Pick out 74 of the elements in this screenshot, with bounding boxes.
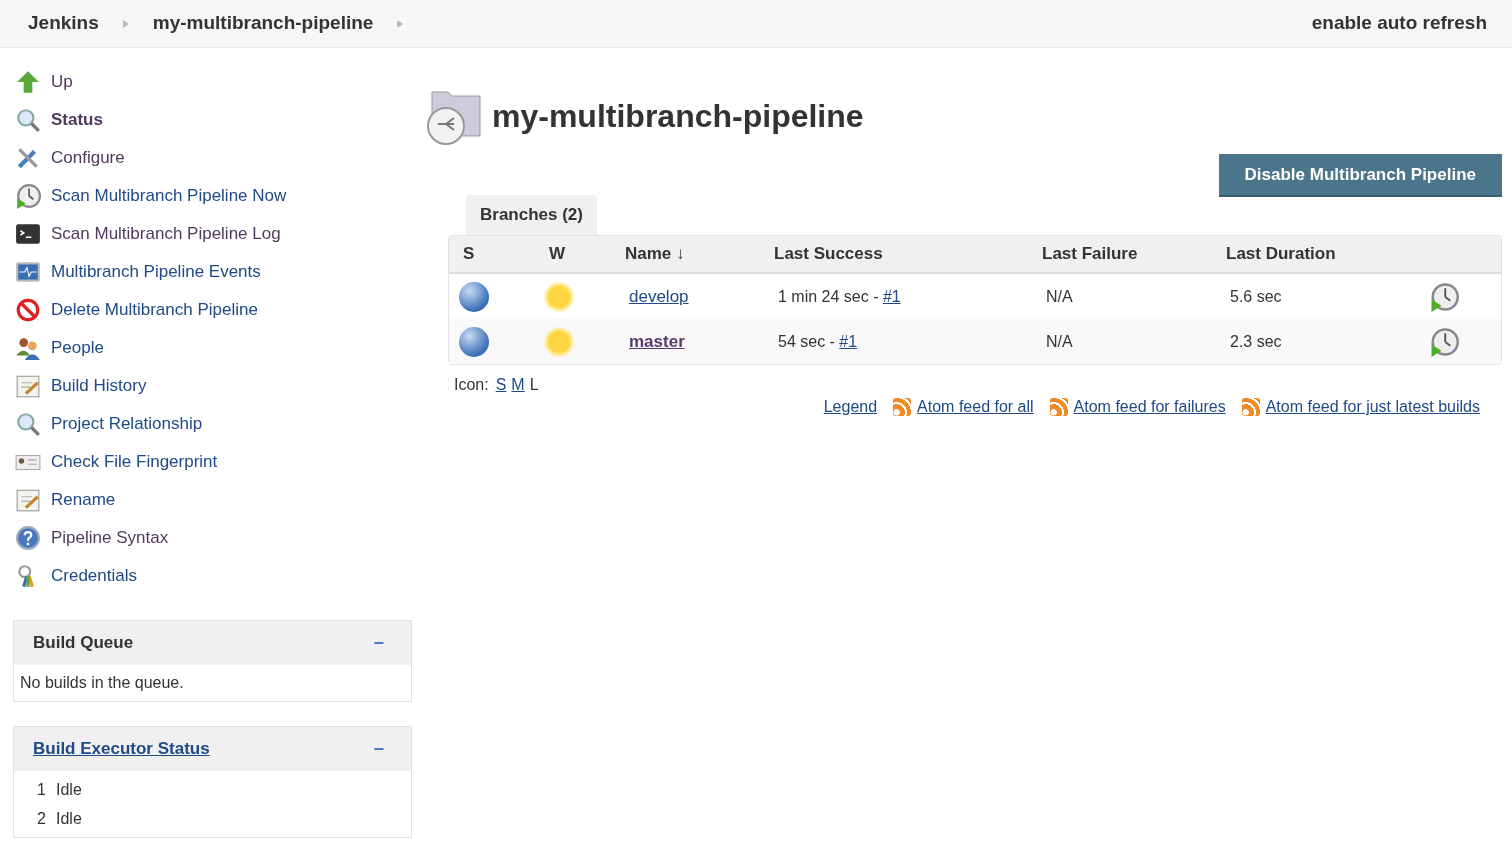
branch-link[interactable]: develop — [629, 283, 689, 310]
feed-link[interactable]: Atom feed for all — [917, 395, 1034, 419]
executor-number: 1 — [36, 779, 47, 800]
sidebar-link[interactable]: Rename — [51, 487, 116, 513]
schedule-build-icon[interactable] — [1429, 281, 1459, 312]
last-success-text: 54 sec - — [778, 331, 836, 352]
branch-link[interactable]: master — [629, 328, 685, 355]
clock-icon — [15, 183, 41, 209]
auto-refresh-link[interactable]: enable auto refresh — [1311, 9, 1487, 38]
tab[interactable]: Branches (2) — [466, 195, 597, 235]
sidebar-link[interactable]: Credentials — [51, 563, 137, 589]
column-header[interactable]: Name ↓ — [617, 241, 766, 267]
sidebar-link[interactable]: Scan Multibranch Pipeline Now — [51, 183, 287, 209]
sun-icon — [543, 280, 575, 313]
column-header: W — [548, 243, 567, 266]
sidebar-link[interactable]: Build History — [51, 373, 147, 399]
feed-link[interactable]: Atom feed for failures — [1073, 395, 1226, 419]
sidebar-link[interactable]: Check File Fingerprint — [51, 449, 218, 475]
sidebar-link[interactable]: Status — [51, 107, 103, 133]
sidebar-link[interactable]: Delete Multibranch Pipeline — [51, 297, 258, 323]
last-duration-text: 2.3 sec — [1229, 331, 1283, 352]
last-failure-text: N/A — [1045, 331, 1074, 352]
magnifier-icon — [15, 107, 41, 133]
tools-icon — [15, 145, 41, 171]
sidebar-link[interactable]: Configure — [51, 145, 125, 171]
people-icon — [15, 335, 41, 361]
build-link[interactable]: #1 — [839, 329, 858, 354]
sidebar-link[interactable]: Project Relationship — [51, 411, 203, 437]
terminal-icon — [15, 221, 41, 247]
legend-link[interactable]: Legend — [823, 395, 878, 419]
executor-status: Idle — [56, 808, 82, 829]
icon-size-current: L — [529, 375, 539, 395]
sidebar-link[interactable]: Scan Multibranch Pipeline Log — [51, 221, 281, 247]
last-duration-text: 5.6 sec — [1229, 286, 1283, 307]
rss-feed-icon — [893, 398, 912, 416]
collapse-button[interactable]: − — [365, 634, 392, 652]
magnifier-icon — [15, 411, 41, 437]
schedule-build-icon[interactable] — [1429, 326, 1459, 357]
sun-icon — [543, 325, 575, 358]
rss-feed-icon — [1241, 398, 1260, 416]
sidebar-link[interactable]: Up — [51, 69, 73, 95]
collapse-button[interactable]: − — [365, 740, 392, 758]
rss-feed-icon — [1049, 398, 1068, 416]
sidebar-link[interactable]: Multibranch Pipeline Events — [51, 259, 261, 285]
column-header: Last Duration — [1225, 243, 1337, 266]
column-header: Last Success — [773, 243, 884, 266]
notepad-icon — [15, 373, 41, 399]
page-title: my-multibranch-pipeline — [492, 97, 864, 136]
disable-button[interactable]: Disable Multibranch Pipeline — [1218, 154, 1502, 197]
executor-status: Idle — [56, 779, 82, 800]
delete-icon — [15, 297, 41, 323]
sidebar-link[interactable]: Pipeline Syntax — [51, 525, 169, 551]
icon-size-link[interactable]: M — [511, 373, 525, 397]
help-icon — [15, 525, 41, 551]
chevron-icon — [122, 19, 129, 28]
icon-size-label: Icon: — [454, 375, 489, 395]
monitor-icon — [15, 259, 41, 285]
build-link[interactable]: #1 — [882, 284, 901, 309]
column-header: Last Failure — [1041, 243, 1139, 266]
breadcrumb-link[interactable]: my-multibranch-pipeline — [152, 9, 374, 38]
last-failure-text: N/A — [1045, 286, 1074, 307]
column-header: S — [462, 243, 476, 266]
queue-message: No builds in the queue. — [19, 673, 185, 693]
sidebar-link[interactable]: People — [51, 335, 104, 361]
notepad-icon — [15, 487, 41, 513]
executor-number: 2 — [36, 808, 47, 829]
panel-title: Build Queue — [33, 632, 134, 655]
breadcrumb-link[interactable]: Jenkins — [28, 9, 99, 38]
panel-title-link[interactable]: Build Executor Status — [33, 736, 210, 762]
feed-link[interactable]: Atom feed for just latest builds — [1265, 395, 1480, 419]
up-arrow-icon — [15, 69, 41, 95]
chevron-icon — [397, 19, 404, 28]
icon-size-link[interactable]: S — [495, 373, 507, 397]
last-success-text: 1 min 24 sec - — [778, 286, 880, 307]
